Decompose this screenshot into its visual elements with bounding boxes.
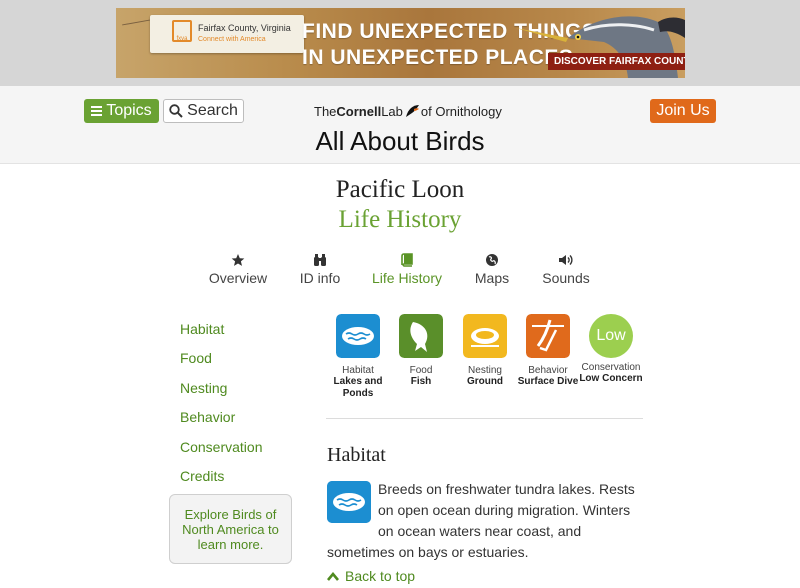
tab-label: Sounds — [542, 270, 590, 286]
search-icon — [169, 104, 183, 118]
ad-banner[interactable]: fxva Fairfax County, Virginia Connect wi… — [116, 8, 685, 78]
logo-cornell: Cornell — [336, 104, 382, 119]
tab-label: ID info — [299, 270, 341, 286]
topics-label: Topics — [106, 102, 152, 119]
summary-value: Low Concern — [579, 373, 643, 384]
fxva-logo-icon: fxva — [172, 20, 192, 42]
tab-sounds[interactable]: Sounds — [536, 252, 596, 288]
topics-button[interactable]: Topics — [84, 99, 159, 123]
summary-value: Ground — [466, 376, 504, 387]
water-icon — [327, 481, 371, 523]
tag-string — [122, 19, 150, 26]
summary-habitat[interactable]: Habitat Lakes and Ponds — [323, 314, 393, 400]
logo-lab: Lab — [381, 104, 403, 119]
speaker-icon — [559, 255, 573, 265]
sidebar-link-credits[interactable]: Credits — [180, 468, 224, 484]
join-us-button[interactable]: Join Us — [650, 99, 716, 123]
surface-dive-icon — [526, 314, 570, 358]
search-button[interactable]: Search — [163, 99, 244, 123]
cornell-lab-logo[interactable]: TheCornellLab of Ornithology — [314, 103, 502, 123]
logo-the: The — [314, 104, 337, 119]
sidebar-link-behavior[interactable]: Behavior — [180, 409, 235, 425]
back-to-top-link[interactable]: Back to top — [327, 568, 415, 584]
tab-life-history[interactable]: Life History — [368, 252, 446, 288]
binoculars-icon — [314, 254, 326, 266]
globe-icon — [486, 254, 498, 266]
summary-category: Conservation — [581, 362, 641, 373]
book-icon — [401, 253, 413, 267]
sidebar-link-conservation[interactable]: Conservation — [180, 439, 263, 455]
site-title[interactable]: All About Birds — [0, 126, 800, 157]
star-icon — [231, 254, 245, 266]
ad-tag-title: Fairfax County, Virginia — [198, 23, 291, 33]
ad-cta-button[interactable]: DISCOVER FAIRFAX COUNTY! — [548, 53, 685, 70]
summary-category: Nesting — [468, 365, 502, 376]
chevron-up-icon — [327, 571, 339, 581]
summary-category: Behavior — [528, 365, 568, 376]
back-to-top-label: Back to top — [345, 568, 416, 584]
ad-tag-subtitle: Connect with America — [198, 36, 266, 43]
tab-label: Maps — [474, 270, 510, 286]
ground-nest-icon — [463, 314, 507, 358]
sidebar-link-habitat[interactable]: Habitat — [180, 321, 224, 337]
site-header: Topics Search TheCornellLab of Ornitholo… — [0, 86, 800, 164]
summary-conservation[interactable]: Low Conservation Low Concern — [576, 314, 646, 385]
sidebar-link-food[interactable]: Food — [180, 350, 212, 366]
bird-logo-icon — [405, 105, 419, 117]
summary-category: Habitat — [342, 365, 374, 376]
ad-strip: fxva Fairfax County, Virginia Connect wi… — [0, 0, 800, 86]
conservation-badge: Low — [589, 314, 633, 358]
fish-icon — [399, 314, 443, 358]
section-divider — [326, 418, 643, 419]
tab-label: Life History — [371, 270, 443, 286]
ad-tag: fxva Fairfax County, Virginia Connect wi… — [150, 15, 304, 53]
species-name: Pacific Loon — [335, 176, 465, 203]
page-subtitle: Life History — [338, 206, 462, 233]
tab-id-info[interactable]: ID info — [292, 252, 348, 288]
sidebar-link-nesting[interactable]: Nesting — [180, 380, 227, 396]
summary-value: Fish — [410, 376, 432, 387]
summary-nesting[interactable]: Nesting Ground — [450, 314, 520, 388]
summary-behavior[interactable]: Behavior Surface Dive — [513, 314, 583, 388]
summary-food[interactable]: Food Fish — [386, 314, 456, 388]
water-icon — [336, 314, 380, 358]
tab-overview[interactable]: Overview — [204, 252, 272, 288]
search-label: Search — [187, 102, 238, 119]
tab-label: Overview — [208, 270, 268, 286]
tab-maps[interactable]: Maps — [468, 252, 516, 288]
habitat-text: Breeds on freshwater tundra lakes. Rests… — [327, 479, 647, 563]
habitat-heading: Habitat — [327, 444, 386, 466]
menu-icon — [91, 105, 103, 116]
summary-value: Lakes and Ponds — [333, 376, 383, 399]
logo-of: of Ornithology — [420, 104, 502, 119]
explore-birds-button[interactable]: Explore Birds of North America to learn … — [169, 494, 292, 564]
summary-value: Surface Dive — [517, 376, 579, 387]
summary-category: Food — [409, 365, 433, 376]
